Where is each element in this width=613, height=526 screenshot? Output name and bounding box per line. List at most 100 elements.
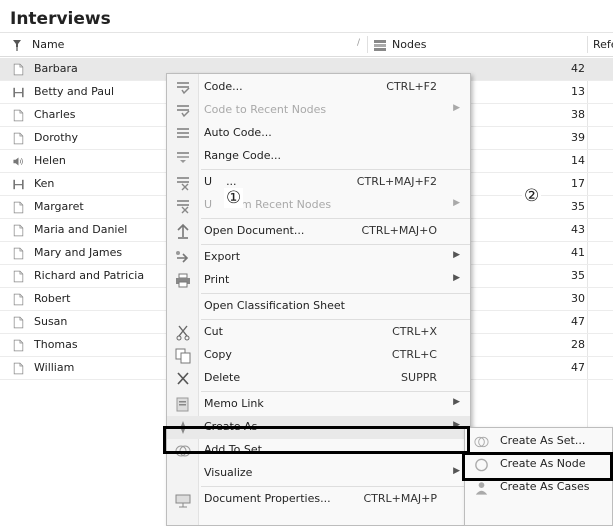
menu-item-range-code[interactable]: Range Code...: [167, 145, 470, 168]
menu-item-memo-link[interactable]: Memo Link ▶: [167, 393, 470, 416]
uncode-recent-icon: [177, 200, 189, 214]
document-icon: [13, 63, 24, 76]
menu-separator: [201, 244, 470, 245]
document-icon: [13, 201, 24, 214]
row-name: Susan: [34, 315, 68, 328]
menu-item-copy[interactable]: Copy CTRL+C: [167, 344, 470, 367]
row-nodes-count: 35: [571, 269, 585, 282]
chevron-right-icon: ▶: [453, 466, 460, 476]
menu-item-ufrom-recent-nodes[interactable]: Ufrom Recent Nodes ▶: [167, 194, 470, 217]
document-icon: [13, 132, 24, 145]
document-icon: [13, 224, 24, 237]
menu-separator: [201, 293, 470, 294]
menu-item-auto-code[interactable]: Auto Code...: [167, 122, 470, 145]
menu-item-shortcut: SUPPR: [401, 371, 437, 384]
document-icon: [13, 339, 24, 352]
row-nodes-count: 14: [571, 154, 585, 167]
menu-item-label: Export: [204, 250, 241, 263]
export-icon: [176, 251, 189, 263]
annotation-marker-1: ①: [224, 188, 244, 208]
document-icon: [13, 362, 24, 375]
row-name: William: [34, 361, 75, 374]
annotation-marker-2: ②: [522, 186, 542, 206]
sort-indicator-icon: /: [357, 38, 361, 48]
row-nodes-count: 47: [571, 315, 585, 328]
menu-separator: [201, 319, 470, 320]
create-as-submenu: Create As Set... Create As Node Create As …: [464, 427, 613, 526]
row-name: Mary and James: [34, 246, 123, 259]
chevron-right-icon: ▶: [453, 250, 460, 260]
menu-item-visualize[interactable]: Visualize ▶: [167, 462, 470, 485]
menu-item-document-properties[interactable]: Document Properties... CTRL+MAJ+P: [167, 488, 470, 511]
menu-item-label: Copy: [204, 348, 232, 361]
submenu-item-label: Create As Cases: [500, 480, 590, 493]
menu-item-label: Open Document...: [204, 224, 305, 237]
menu-item-shortcut: CTRL+MAJ+P: [363, 492, 438, 505]
row-nodes-count: 39: [571, 131, 585, 144]
video-icon: [13, 179, 24, 190]
menu-item-label: Cut: [204, 325, 223, 338]
row-nodes-count: 47: [571, 361, 585, 374]
menu-item-open-document[interactable]: Open Document... CTRL+MAJ+O: [167, 220, 470, 243]
document-icon: [13, 293, 24, 306]
row-name: Robert: [34, 292, 71, 305]
menu-item-label: Visualize: [204, 466, 253, 479]
menu-item-code[interactable]: Code... CTRL+F2: [167, 76, 470, 99]
submenu-item-label: Create As Set...: [500, 434, 586, 447]
document-icon: [13, 109, 24, 122]
row-nodes-count: 17: [571, 177, 585, 190]
submenu-item-create-as-cases[interactable]: Create As Cases: [465, 476, 612, 499]
menu-item-label: U...: [204, 175, 237, 188]
menu-item-create-as[interactable]: Create As ▶: [167, 416, 470, 439]
memo-link-icon: [176, 397, 189, 412]
menu-item-add-to-set[interactable]: Add To Set...: [167, 439, 470, 462]
menu-item-open-classification-sheet[interactable]: Open Classification Sheet: [167, 295, 470, 318]
menu-item-delete[interactable]: Delete SUPPR: [167, 367, 470, 390]
column-name[interactable]: Name: [32, 38, 64, 51]
column-references[interactable]: Refe: [593, 38, 613, 51]
row-name: Barbara: [34, 62, 78, 75]
row-nodes-count: 13: [571, 85, 585, 98]
row-name: Charles: [34, 108, 76, 121]
code-recent-icon: [177, 105, 190, 118]
submenu-item-create-as-set[interactable]: Create As Set...: [465, 430, 612, 453]
row-nodes-count: 30: [571, 292, 585, 305]
menu-item-u[interactable]: U... CTRL+MAJ+F2: [167, 171, 470, 194]
menu-separator: [201, 486, 470, 487]
row-name: Maria and Daniel: [34, 223, 128, 236]
chevron-right-icon: ▶: [453, 397, 460, 407]
menu-item-shortcut: CTRL+MAJ+O: [361, 224, 437, 237]
column-nodes[interactable]: Nodes: [392, 38, 426, 51]
menu-separator: [201, 391, 470, 392]
node-icon: [475, 458, 488, 472]
pin-icon[interactable]: [10, 38, 24, 51]
set-icon: [474, 436, 489, 448]
document-icon: [13, 247, 24, 260]
menu-item-label: Auto Code...: [204, 126, 272, 139]
delete-icon: [177, 372, 189, 385]
document-icon: [13, 270, 24, 283]
menu-item-code-to-recent-nodes[interactable]: Code to Recent Nodes ▶: [167, 99, 470, 122]
menu-item-label: Document Properties...: [204, 492, 331, 505]
row-name: Margaret: [34, 200, 84, 213]
menu-item-print[interactable]: Print ▶: [167, 269, 470, 292]
row-name: Richard and Patricia: [34, 269, 145, 282]
menu-item-cut[interactable]: Cut CTRL+X: [167, 321, 470, 344]
document-icon: [13, 316, 24, 329]
row-name: Thomas: [34, 338, 78, 351]
submenu-item-create-as-node[interactable]: Create As Node: [465, 453, 612, 476]
menu-item-export[interactable]: Export ▶: [167, 246, 470, 269]
nodes-icon: [374, 40, 386, 51]
create-as-icon: [176, 421, 190, 434]
row-nodes-count: 42: [571, 62, 585, 75]
menu-item-shortcut: CTRL+F2: [386, 80, 437, 93]
copy-icon: [175, 348, 191, 364]
menu-item-label: Print: [204, 273, 230, 286]
code-icon: [177, 82, 190, 95]
menu-item-label-suffix: ...: [226, 175, 237, 188]
menu-item-label-prefix: U: [204, 175, 213, 188]
menu-item-label: Memo Link: [204, 397, 264, 410]
menu-item-label: Create As: [204, 420, 258, 433]
context-menu: Code... CTRL+F2 Code to Recent Nodes ▶ Auto …: [166, 73, 471, 526]
video-icon: [13, 87, 24, 98]
